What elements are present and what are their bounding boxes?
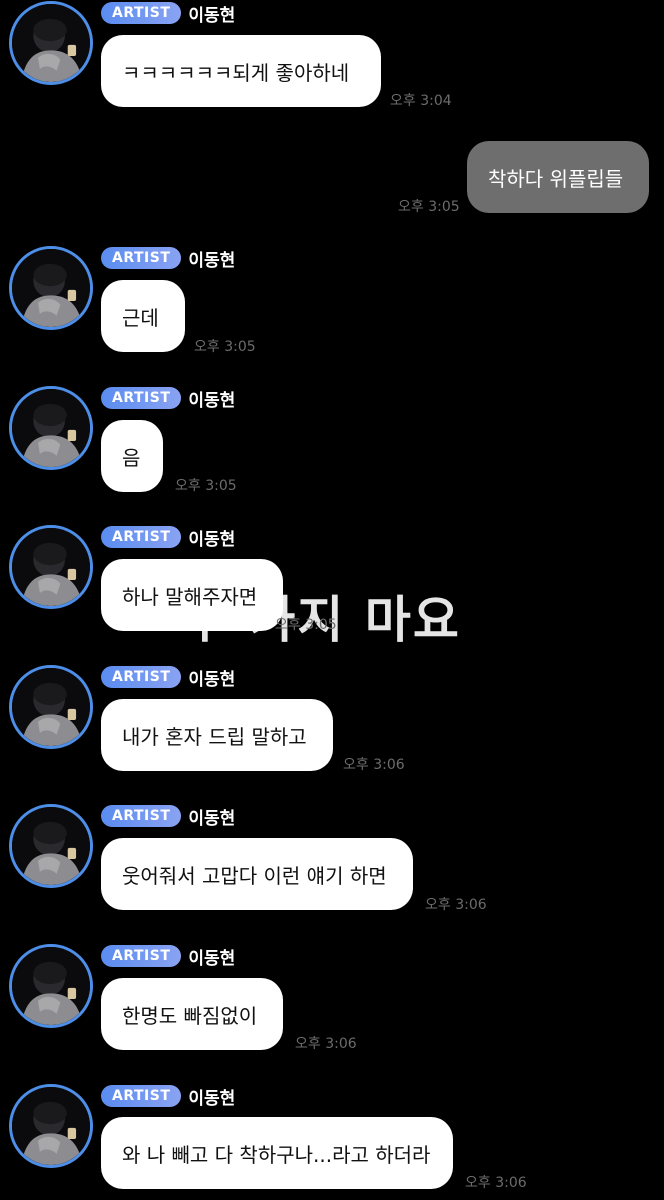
message-timestamp: 오후 3:04 xyxy=(390,93,452,109)
message-timestamp: 오후 3:06 xyxy=(343,757,405,773)
sender-avatar[interactable] xyxy=(9,665,93,749)
artist-badge: ARTIST xyxy=(101,2,182,24)
sender-header: ARTIST 이동현 xyxy=(101,665,235,690)
sender-avatar[interactable] xyxy=(9,944,93,1028)
artist-badge: ARTIST xyxy=(101,1085,182,1107)
sender-avatar[interactable] xyxy=(9,804,93,888)
sender-avatar[interactable] xyxy=(9,525,93,609)
sender-avatar[interactable] xyxy=(9,386,93,470)
artist-badge: ARTIST xyxy=(101,666,182,688)
sender-name[interactable]: 이동현 xyxy=(188,246,235,271)
received-message-bubble[interactable]: 한명도 빠짐없이 xyxy=(101,978,283,1050)
artist-badge: ARTIST xyxy=(101,805,182,827)
avatar-photo xyxy=(12,668,90,746)
sender-name[interactable]: 이동현 xyxy=(188,386,235,411)
avatar-photo xyxy=(12,528,90,606)
avatar-photo xyxy=(12,389,90,467)
message-timestamp: 오후 3:05 xyxy=(275,617,337,633)
avatar-photo xyxy=(12,1087,90,1165)
sender-avatar[interactable] xyxy=(9,246,93,330)
artist-badge: ARTIST xyxy=(101,387,182,409)
received-message-bubble[interactable]: 음 xyxy=(101,420,163,492)
avatar-photo xyxy=(12,807,90,885)
artist-badge: ARTIST xyxy=(101,945,182,967)
artist-badge: ARTIST xyxy=(101,526,182,548)
sender-avatar[interactable] xyxy=(9,1,93,85)
sent-message-bubble[interactable]: 착하다 위플립들 xyxy=(467,141,649,213)
sender-avatar[interactable] xyxy=(9,1084,93,1168)
message-timestamp: 오후 3:05 xyxy=(194,339,256,355)
message-timestamp: 오후 3:06 xyxy=(295,1036,357,1052)
message-timestamp: 오후 3:05 xyxy=(175,478,237,494)
artist-badge: ARTIST xyxy=(101,247,182,269)
message-timestamp: 오후 3:06 xyxy=(425,897,487,913)
received-message-bubble[interactable]: ㅋㅋㅋㅋㅋㅋ되게 좋아하네 xyxy=(101,35,381,107)
sender-name[interactable]: 이동현 xyxy=(188,944,235,969)
sender-name[interactable]: 이동현 xyxy=(188,1084,235,1109)
chat-screen: 두 가지 마요 ARTIST 이동현 ㅋㅋㅋㅋㅋㅋ되게 좋아하네 오후 3:04 착하다… xyxy=(0,0,664,1200)
sender-header: ARTIST 이동현 xyxy=(101,246,235,271)
sender-header: ARTIST 이동현 xyxy=(101,386,235,411)
received-message-bubble[interactable]: 내가 혼자 드립 말하고 xyxy=(101,699,333,771)
sender-header: ARTIST 이동현 xyxy=(101,525,235,550)
sender-name[interactable]: 이동현 xyxy=(188,525,235,550)
sender-name[interactable]: 이동현 xyxy=(188,804,235,829)
message-timestamp: 오후 3:06 xyxy=(465,1175,527,1191)
sender-header: ARTIST 이동현 xyxy=(101,804,235,829)
sender-name[interactable]: 이동현 xyxy=(188,665,235,690)
message-timestamp: 오후 3:05 xyxy=(398,199,460,215)
received-message-bubble[interactable]: 와 나 빼고 다 착하구나...라고 하더라 xyxy=(101,1117,453,1189)
sender-header: ARTIST 이동현 xyxy=(101,1,235,26)
received-message-bubble[interactable]: 근데 xyxy=(101,280,185,352)
avatar-photo xyxy=(12,249,90,327)
avatar-photo xyxy=(12,947,90,1025)
sender-header: ARTIST 이동현 xyxy=(101,1084,235,1109)
sender-header: ARTIST 이동현 xyxy=(101,944,235,969)
avatar-photo xyxy=(12,4,90,82)
received-message-bubble[interactable]: 하나 말해주자면 xyxy=(101,559,283,631)
sender-name[interactable]: 이동현 xyxy=(188,1,235,26)
received-message-bubble[interactable]: 웃어줘서 고맙다 이런 얘기 하면 xyxy=(101,838,413,910)
